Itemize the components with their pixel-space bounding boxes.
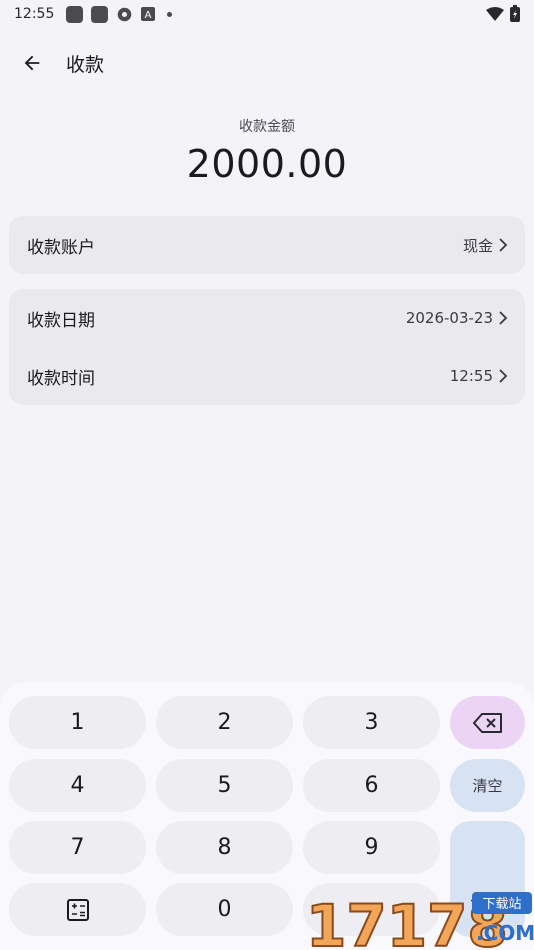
back-button[interactable]	[10, 41, 54, 85]
date-row[interactable]: 收款日期 2026-03-23	[9, 289, 525, 347]
calculator-button[interactable]	[9, 883, 146, 936]
time-value: 12:55	[449, 367, 493, 385]
account-value: 现金	[462, 236, 493, 255]
time-row[interactable]: 收款时间 12:55	[9, 347, 525, 405]
date-label: 收款日期	[27, 310, 95, 331]
key-6[interactable]: 6	[303, 759, 440, 812]
save-button[interactable]: 保存	[450, 821, 525, 937]
more-notifications-dot	[167, 11, 173, 17]
key-8[interactable]: 8	[156, 821, 293, 874]
app-notification-icon	[66, 5, 84, 23]
key-0[interactable]: 0	[156, 883, 293, 936]
amount-value: 2000.00	[186, 142, 348, 186]
keypad: 1 2 3 4 5 6 清空 7 8 9 保存 0 .	[0, 682, 534, 950]
arrow-left-icon	[24, 55, 40, 71]
calculator-icon	[66, 898, 89, 921]
account-row[interactable]: 收款账户 现金	[9, 216, 525, 274]
datetime-card: 收款日期 2026-03-23 收款时间 12:55	[9, 289, 525, 405]
wifi-icon	[486, 6, 504, 21]
key-7[interactable]: 7	[9, 821, 146, 874]
key-3[interactable]: 3	[303, 696, 440, 749]
svg-text:A: A	[145, 10, 152, 21]
key-1[interactable]: 1	[9, 696, 146, 749]
time-label: 收款时间	[27, 368, 95, 389]
date-value: 2026-03-23	[405, 309, 493, 327]
app-bar: 收款	[0, 40, 534, 86]
a-letter-icon: A	[141, 7, 156, 21]
amount-label: 收款金额	[239, 119, 295, 135]
battery-icon	[510, 5, 520, 22]
page-title: 收款	[66, 53, 105, 76]
key-decimal[interactable]: .	[303, 883, 440, 936]
key-2[interactable]: 2	[156, 696, 293, 749]
aperture-icon	[118, 7, 132, 21]
key-4[interactable]: 4	[9, 759, 146, 812]
status-time: 12:55	[14, 6, 55, 22]
chevron-right-icon	[499, 238, 508, 252]
backspace-button[interactable]	[450, 696, 525, 749]
status-bar: 12:55 A	[0, 0, 534, 28]
chevron-right-icon	[499, 311, 508, 325]
backspace-icon	[472, 712, 502, 733]
key-5[interactable]: 5	[156, 759, 293, 812]
account-card: 收款账户 现金	[9, 216, 525, 274]
chevron-right-icon	[499, 369, 508, 383]
app-notification-icon	[91, 5, 109, 23]
clear-button[interactable]: 清空	[450, 759, 525, 812]
account-label: 收款账户	[27, 237, 95, 258]
key-9[interactable]: 9	[303, 821, 440, 874]
